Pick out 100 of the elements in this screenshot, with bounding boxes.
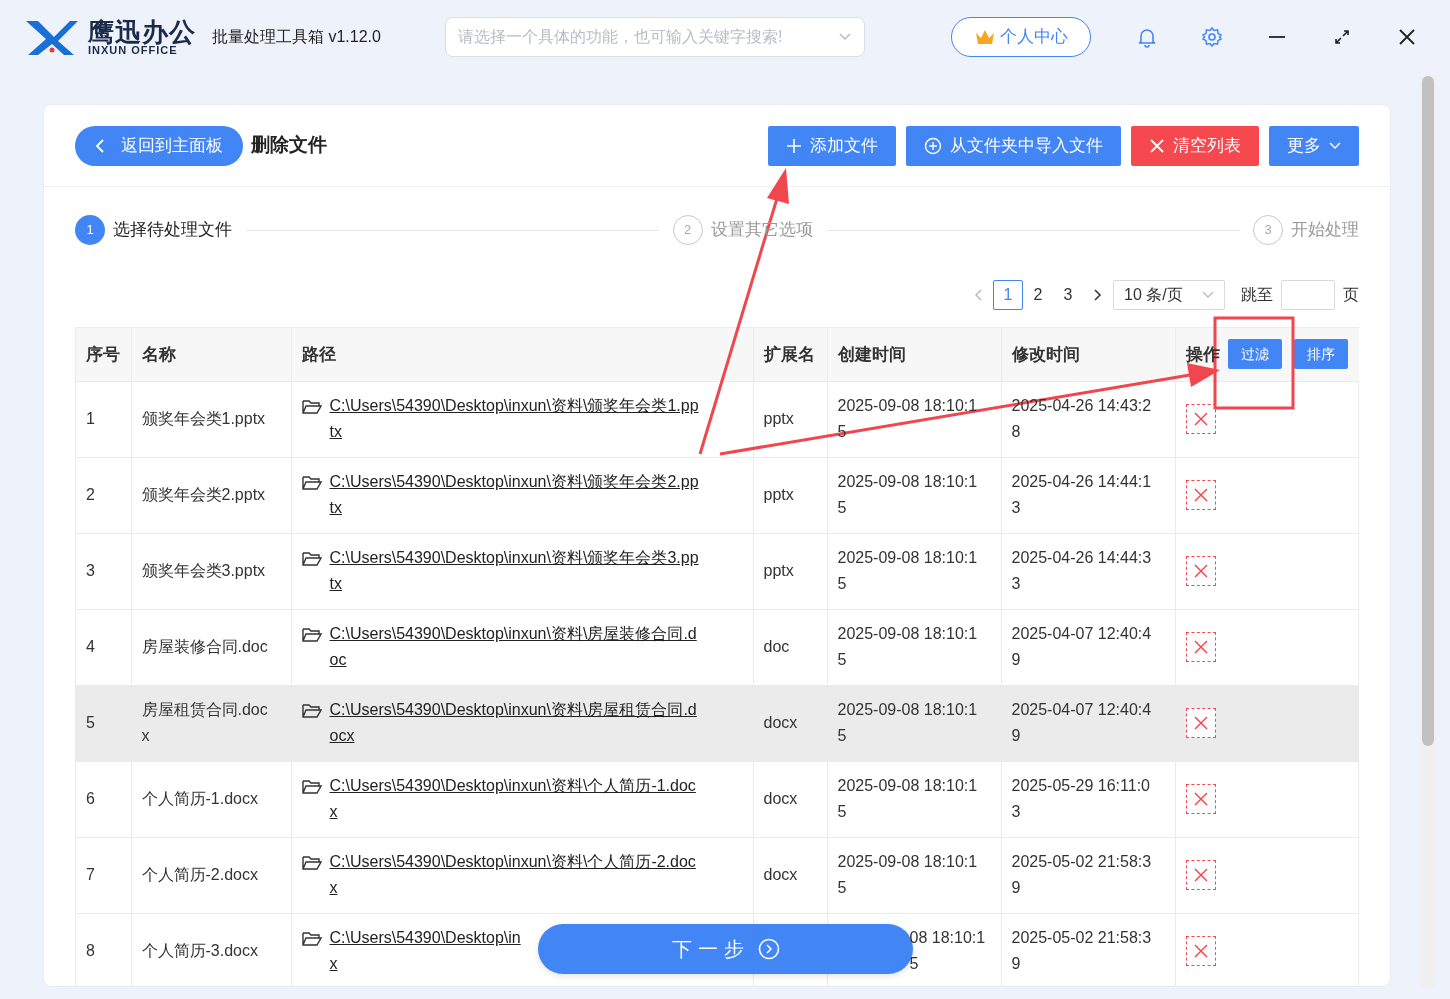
chevron-left-icon [95, 137, 105, 154]
file-path-link[interactable]: C:\Users\54390\Desktop\inxun\资料\颁奖年会类2.pp tx [329, 468, 699, 522]
created-time: 2025-09-08 18:10:1 5 [837, 852, 978, 896]
folder-icon [301, 550, 322, 567]
close-icon [1192, 715, 1209, 731]
file-name: 房屋装修合同.doc [141, 637, 268, 655]
caret-icon [1329, 141, 1341, 150]
folder-icon [301, 702, 322, 719]
action-button[interactable]: 更多 [1269, 125, 1359, 166]
file-name: 颁奖年会类3.pptx [141, 561, 266, 579]
caret-icon [837, 32, 852, 42]
file-extension: pptx [763, 561, 794, 579]
user-center-button[interactable]: 个人中心 [950, 17, 1091, 57]
column-header: 名称 [141, 344, 176, 364]
folder-icon [301, 626, 322, 643]
modified-time: 2025-04-26 14:44:3 3 [1011, 548, 1152, 592]
close-icon [1192, 639, 1209, 655]
row-number: 1 [86, 409, 95, 427]
page-link[interactable]: 3 [1053, 280, 1083, 310]
delete-button[interactable] [1185, 632, 1216, 662]
plus-icon [786, 137, 802, 154]
scrollbar-thumb[interactable] [1422, 76, 1434, 746]
modified-time: 2025-04-07 12:40:4 9 [1011, 624, 1152, 668]
folder-icon [301, 930, 322, 947]
page-link[interactable]: 2 [1023, 280, 1053, 310]
chevron-circle-icon [757, 938, 780, 960]
step-number: 1 [75, 215, 105, 245]
file-path-link[interactable]: C:\Users\54390\Desktop\inxun\资料\个人简历-1.doc x [329, 772, 696, 826]
action-button[interactable]: 添加文件 [768, 125, 896, 166]
close-icon [1192, 563, 1209, 579]
column-header: 序号 [86, 344, 120, 364]
delete-button[interactable] [1185, 708, 1216, 738]
folder-icon [301, 778, 322, 795]
step-label: 选择待处理文件 [113, 219, 232, 242]
file-name: 颁奖年会类2.pptx [141, 485, 266, 503]
delete-button[interactable] [1185, 936, 1216, 967]
column-header: 扩展名 [763, 344, 815, 364]
delete-button[interactable] [1185, 860, 1216, 890]
delete-button[interactable] [1185, 480, 1216, 510]
modified-time: 2025-05-02 21:58:3 9 [1011, 852, 1152, 896]
modified-time: 2025-04-26 14:44:1 3 [1011, 472, 1152, 516]
delete-button[interactable] [1185, 404, 1216, 434]
close-icon [1192, 487, 1209, 503]
file-extension: docx [763, 789, 798, 807]
modified-time: 2025-05-02 21:58:3 9 [1011, 928, 1152, 973]
file-name: 个人简历-1.docx [141, 789, 258, 807]
file-name: 颁奖年会类1.pptx [141, 409, 266, 427]
column-header: 路径 [301, 344, 336, 364]
file-path-link[interactable]: C:\Users\54390\Desktop\in x [329, 924, 521, 978]
page-input[interactable] [1281, 280, 1335, 310]
folder-icon [301, 474, 322, 491]
folder-icon [301, 854, 322, 871]
row-number: 6 [86, 789, 95, 807]
jump-label: 跳至 [1241, 285, 1273, 305]
delete-button[interactable] [1185, 556, 1216, 586]
caret-icon [1202, 291, 1214, 299]
action-button[interactable]: 清空列表 [1131, 125, 1259, 166]
circle-plus-icon [924, 136, 942, 155]
file-extension: doc [763, 637, 790, 655]
file-extension: docx [763, 865, 798, 883]
created-time: 2025-09-08 18:10:1 5 [837, 700, 978, 744]
modified-time: 2025-05-29 16:11:0 3 [1011, 776, 1150, 820]
page-title: 删除文件 [251, 133, 327, 158]
page-label: 页 [1343, 285, 1359, 305]
created-time: 2025-09-08 18:10:1 5 [837, 776, 978, 820]
column-header: 修改时间 [1011, 344, 1080, 364]
sort-button[interactable]: 排序 [1293, 339, 1348, 370]
filter-button[interactable]: 过滤 [1227, 339, 1282, 370]
action-button[interactable]: 从文件夹中导入文件 [906, 125, 1121, 166]
row-number: 3 [86, 561, 95, 579]
logo-text: 鹰迅办公 [88, 18, 196, 45]
file-extension: pptx [763, 485, 794, 503]
folder-icon [301, 398, 322, 415]
file-path-link[interactable]: C:\Users\54390\Desktop\inxun\资料\房屋装修合同.d oc [329, 620, 697, 674]
row-number: 4 [86, 637, 95, 655]
created-time: 2025-09-08 18:10:1 5 [837, 624, 978, 668]
close-icon [1192, 411, 1209, 427]
row-number: 7 [86, 865, 95, 883]
created-time: 2025-09-08 18:10:1 5 [837, 472, 978, 516]
back-button[interactable]: 返回到主面板 [75, 125, 243, 166]
page-size-select[interactable]: 10 条/页 [1113, 280, 1225, 310]
file-extension: docx [763, 713, 798, 731]
chevron-right-icon[interactable] [1093, 288, 1103, 302]
file-path-link[interactable]: C:\Users\54390\Desktop\inxun\资料\颁奖年会类1.pp tx [329, 392, 699, 446]
created-time: 2025-09-08 18:10:1 5 [837, 548, 978, 592]
column-header: 创建时间 [837, 344, 906, 364]
file-extension: pptx [763, 409, 794, 427]
file-path-link[interactable]: C:\Users\54390\Desktop\inxun\资料\房屋租赁合同.d ocx [329, 696, 697, 750]
close-icon [1192, 791, 1209, 807]
modified-time: 2025-04-07 12:40:4 9 [1011, 700, 1152, 744]
row-number: 2 [86, 485, 95, 503]
close-icon [1149, 137, 1165, 154]
chevron-left-icon[interactable] [973, 288, 983, 302]
step-label: 开始处理 [1291, 219, 1359, 242]
file-path-link[interactable]: C:\Users\54390\Desktop\inxun\资料\颁奖年会类3.pp tx [329, 544, 699, 598]
page-link[interactable]: 1 [993, 280, 1023, 310]
file-path-link[interactable]: C:\Users\54390\Desktop\inxun\资料\个人简历-2.doc x [329, 848, 696, 902]
row-number: 8 [86, 942, 95, 960]
file-name: 个人简历-2.docx [141, 865, 258, 883]
delete-button[interactable] [1185, 784, 1216, 814]
